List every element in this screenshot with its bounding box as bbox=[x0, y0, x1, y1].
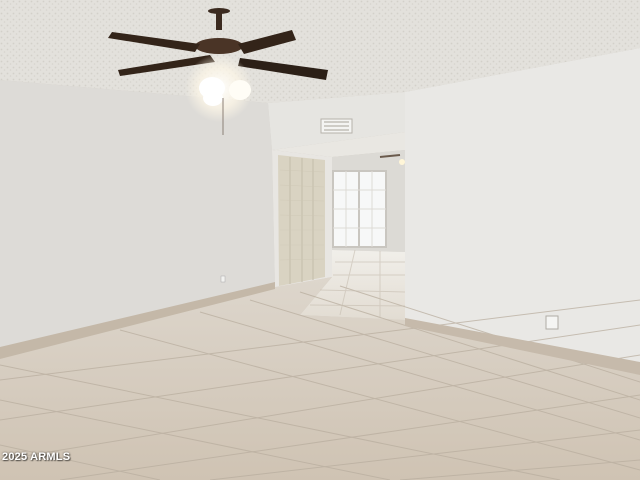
room-illustration bbox=[0, 0, 640, 480]
watermark: 2025 ARMLS bbox=[2, 451, 71, 463]
outlet-right bbox=[545, 315, 559, 330]
right-wall bbox=[405, 48, 640, 368]
outlet-left bbox=[220, 275, 226, 283]
room-photo: 2025 ARMLS bbox=[0, 0, 640, 480]
